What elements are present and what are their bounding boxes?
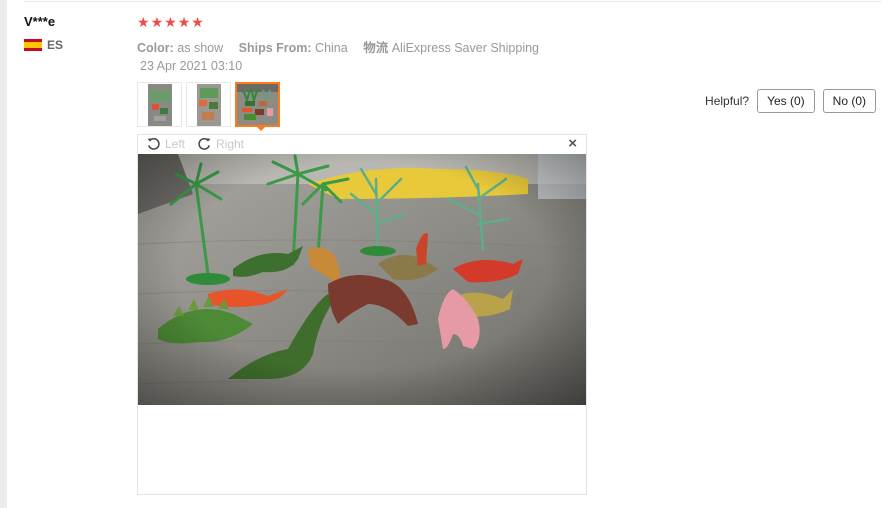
- viewer-toolbar: Left Right ×: [138, 135, 586, 154]
- rotate-right-button[interactable]: Right: [197, 136, 244, 151]
- rotate-right-label: Right: [216, 136, 245, 151]
- star-icon: ★: [191, 14, 204, 30]
- color-label: Color:: [137, 41, 174, 55]
- review-meta: Color: as show Ships From: China 物流 AliE…: [137, 37, 551, 56]
- star-icon: ★: [150, 14, 164, 30]
- ships-from-value: China: [315, 41, 348, 55]
- ships-from-label: Ships From:: [238, 41, 312, 55]
- thumbnail-image: [147, 83, 172, 126]
- thumbnail-1[interactable]: [137, 82, 182, 127]
- flag-es-icon: [24, 39, 42, 51]
- rotate-right-icon: [198, 138, 211, 150]
- logistics-value: AliExpress Saver Shipping: [391, 41, 539, 55]
- thumbnail-image: [237, 84, 278, 125]
- helpful-yes-button[interactable]: Yes (0): [757, 89, 815, 113]
- star-icon: ★: [137, 14, 150, 30]
- close-icon[interactable]: ×: [568, 135, 577, 152]
- helpful-label: Helpful?: [705, 94, 750, 108]
- thumbnail-image: [196, 83, 221, 126]
- review-date: 23 Apr 2021 03:10: [140, 59, 243, 73]
- star-icon: ★: [177, 14, 191, 30]
- photo-viewer: Left Right ×: [137, 134, 587, 495]
- star-rating: ★ ★ ★ ★ ★: [137, 14, 204, 30]
- divider: [24, 1, 881, 2]
- reviewer-name: V***e: [24, 14, 56, 29]
- reviewer-country: ES: [24, 38, 63, 52]
- photo-thumbnails: [137, 82, 280, 127]
- helpful-no-button[interactable]: No (0): [822, 89, 876, 113]
- rotate-left-icon: [147, 138, 160, 150]
- review-photo: [138, 154, 586, 405]
- helpful-section: Helpful? Yes (0) No (0): [705, 89, 876, 113]
- rotate-left-label: Left: [165, 136, 186, 151]
- star-icon: ★: [164, 14, 177, 30]
- rotate-left-button[interactable]: Left: [146, 136, 185, 151]
- logistics-label: 物流: [363, 41, 389, 55]
- review-card: V***e ES ★ ★ ★ ★ ★ Color: as show Ships …: [7, 0, 895, 508]
- thumbnail-2[interactable]: [186, 82, 231, 127]
- active-thumbnail-pointer: [255, 125, 267, 131]
- country-code: ES: [47, 38, 64, 52]
- color-value: as show: [177, 41, 224, 55]
- thumbnail-3-active[interactable]: [235, 82, 280, 127]
